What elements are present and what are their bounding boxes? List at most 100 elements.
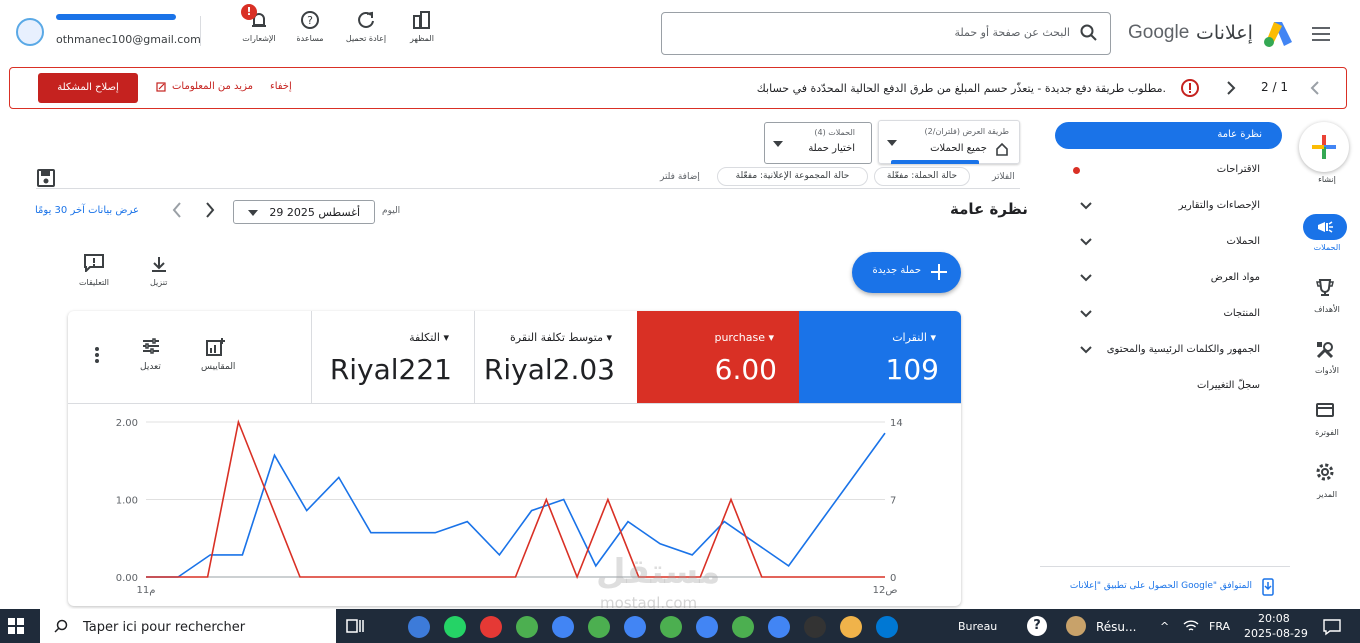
taskbar-app-icon[interactable] — [480, 616, 502, 638]
fix-issue-button[interactable]: إصلاح المشكلة — [38, 73, 138, 103]
taskbar-app-icon[interactable] — [660, 616, 682, 638]
wifi-icon[interactable] — [1183, 620, 1199, 632]
filter-chip-campaign-status[interactable]: حالة الحملة: مفعّلة — [874, 167, 970, 186]
metric-clicks[interactable]: النقرات ▾ 109 — [799, 311, 961, 403]
date-value: 29 أغسطس 2025 — [269, 206, 360, 219]
chevron-down-icon — [1080, 310, 1092, 318]
metric-cost[interactable]: التكلفة ▾ Riyal221 — [311, 311, 474, 403]
phone-download-icon — [1262, 578, 1274, 596]
rail-campaigns[interactable] — [1303, 214, 1347, 240]
metric-avg-cpc[interactable]: متوسط تكلفة النقرة ▾ Riyal2.03 — [474, 311, 637, 403]
bureau-label[interactable]: Bureau — [958, 620, 997, 633]
input-language[interactable]: FRA — [1209, 620, 1230, 633]
view-selector[interactable]: طريقة العرض (فلتران/2) جميع الحملات — [878, 120, 1020, 164]
taskbar-app-icon[interactable] — [696, 616, 718, 638]
nav-item-overview[interactable]: نظرة عامة — [1055, 122, 1282, 149]
prev-alert-chevron-icon[interactable] — [1310, 81, 1320, 95]
taskbar-app-icon[interactable] — [732, 616, 754, 638]
right-axis-tick: 0 — [890, 573, 896, 584]
campaign-selector[interactable]: الحملات (4) اختيار حملة — [764, 122, 872, 164]
nav-item-label: الإحصاءات والتقارير — [1178, 200, 1260, 211]
taskbar-app-icon[interactable] — [516, 616, 538, 638]
nav-item-assets[interactable]: مواد العرض — [1040, 263, 1290, 293]
new-campaign-button[interactable]: حملة جديدة — [852, 252, 961, 293]
taskbar-app-icon[interactable] — [552, 616, 574, 638]
trophy-icon[interactable] — [1316, 278, 1334, 298]
taskbar-app-icon[interactable] — [804, 616, 826, 638]
google-wordmark: Google — [1128, 22, 1190, 43]
notification-center-icon[interactable] — [1322, 618, 1342, 636]
taskbar-app-icon[interactable] — [768, 616, 790, 638]
dropdown-arrow-icon — [887, 140, 897, 146]
avatar[interactable] — [16, 18, 44, 46]
nav-overview-label: نظرة عامة — [1217, 129, 1262, 140]
nav-item-audiences[interactable]: الجمهور والكلمات الرئيسية والمحتوى — [1040, 335, 1290, 365]
active-app-label[interactable]: Résu... — [1096, 620, 1136, 634]
taskbar-search[interactable]: Taper ici pour rechercher — [40, 609, 336, 643]
date-range-picker[interactable]: 29 أغسطس 2025 — [233, 200, 375, 224]
search-input[interactable]: البحث عن صفحة أو حملة — [661, 12, 1111, 55]
tune-icon[interactable] — [142, 338, 160, 354]
nav-item-change-history[interactable]: سجلّ التغييرات — [1040, 371, 1290, 401]
download-icon[interactable] — [150, 255, 168, 273]
nav-item-suggestions[interactable]: الاقتراحات — [1040, 155, 1290, 185]
add-filter-link[interactable]: إضافة فلتر — [660, 172, 700, 182]
comment-icon[interactable] — [84, 254, 104, 272]
prev-period-chevron-icon[interactable] — [172, 202, 182, 218]
help-tray-icon[interactable]: ? — [1027, 616, 1047, 636]
tools-icon[interactable] — [1316, 341, 1334, 359]
search-placeholder: البحث عن صفحة أو حملة — [954, 26, 1070, 39]
taskbar-app-icon[interactable] — [408, 616, 430, 638]
dropdown-arrow-icon — [248, 210, 258, 216]
menu-icon[interactable] — [1312, 26, 1332, 42]
date-prefix: اليوم — [382, 206, 401, 216]
nav-item-products[interactable]: المنتجات — [1040, 299, 1290, 329]
filter-chip-adgroup-status[interactable]: حالة المجموعة الإعلانية: مفعّلة — [717, 167, 868, 186]
nav-item-label: الحملات — [1226, 236, 1260, 247]
metrics-chart-icon[interactable] — [206, 338, 226, 356]
taskbar-apps — [408, 614, 918, 638]
filter-divider — [36, 188, 1020, 189]
chevron-down-icon — [1080, 346, 1092, 354]
help-button[interactable]: ? مساعدة — [280, 10, 340, 43]
rail-billing-label: الفوترة — [1315, 428, 1339, 437]
rail-goals-label: الأهداف — [1314, 305, 1340, 314]
save-icon[interactable] — [37, 169, 55, 187]
task-view-icon[interactable] — [346, 619, 364, 633]
right-axis-tick: 7 — [890, 496, 896, 507]
plus-icon — [1312, 135, 1336, 159]
notifications-button[interactable]: الإشعارات — [229, 10, 289, 43]
user-tray-icon[interactable] — [1066, 616, 1086, 636]
nav-item-campaigns[interactable]: الحملات — [1040, 227, 1290, 257]
taskbar-app-icon[interactable] — [444, 616, 466, 638]
appearance-button[interactable]: المظهر — [392, 10, 452, 43]
new-campaign-label: حملة جديدة — [872, 265, 921, 276]
taskbar-app-icon[interactable] — [840, 616, 862, 638]
next-alert-chevron-icon[interactable] — [1226, 81, 1236, 95]
nav-divider — [1040, 566, 1290, 567]
more-info-link[interactable]: مزيد من المعلومات — [172, 81, 253, 92]
tray-chevron-icon[interactable]: ^ — [1160, 620, 1169, 633]
refresh-button[interactable]: إعادة تحميل — [336, 10, 396, 43]
create-button[interactable] — [1299, 122, 1349, 172]
metric-purchase[interactable]: purchase ▾ 6.00 — [637, 311, 799, 403]
alert-pager: 2 / 1 — [1261, 80, 1288, 94]
left-axis-tick: 1.00 — [116, 496, 138, 507]
get-app-link[interactable]: الحصول على تطبيق "إعلانات Google" المتوا… — [1040, 578, 1282, 598]
account-name-redacted — [56, 14, 176, 20]
windows-start-icon[interactable] — [8, 618, 24, 634]
next-period-chevron-icon[interactable] — [205, 202, 215, 218]
last-30-days-link[interactable]: عرض بيانات آخر 30 يومًا — [35, 205, 139, 216]
taskbar-app-icon[interactable] — [876, 616, 898, 638]
more-vert-icon[interactable] — [94, 346, 100, 364]
card-icon[interactable] — [1316, 403, 1334, 417]
filters-label: الفلاتر — [992, 172, 1015, 182]
rail-create-label: إنشاء — [1318, 175, 1336, 184]
clock-time[interactable]: 20:08 — [1258, 612, 1290, 625]
gear-icon[interactable] — [1315, 462, 1335, 482]
taskbar-app-icon[interactable] — [588, 616, 610, 638]
taskbar-app-icon[interactable] — [624, 616, 646, 638]
performance-chart[interactable]: 2.00 1.00 0.00 14 7 0 11م 12ص — [68, 404, 961, 606]
nav-item-insights[interactable]: الإحصاءات والتقارير — [1040, 191, 1290, 221]
hide-link[interactable]: إخفاء — [270, 81, 292, 92]
